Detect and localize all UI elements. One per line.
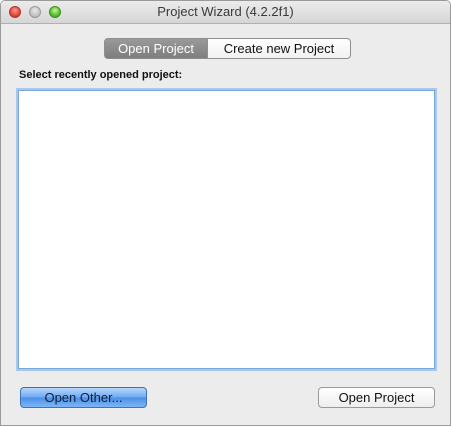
open-project-button[interactable]: Open Project: [318, 387, 435, 408]
tab-create-new-project[interactable]: Create new Project: [208, 38, 351, 59]
recent-projects-label: Select recently opened project:: [19, 69, 183, 81]
recent-projects-list[interactable]: [18, 90, 435, 369]
mode-tabs: Open Project Create new Project: [104, 38, 351, 59]
open-other-button[interactable]: Open Other...: [20, 387, 147, 408]
tab-open-project[interactable]: Open Project: [104, 38, 208, 59]
project-wizard-window: Project Wizard (4.2.2f1) Open Project Cr…: [0, 0, 451, 426]
window-title: Project Wizard (4.2.2f1): [157, 4, 294, 19]
title-bar[interactable]: Project Wizard (4.2.2f1): [1, 1, 450, 24]
